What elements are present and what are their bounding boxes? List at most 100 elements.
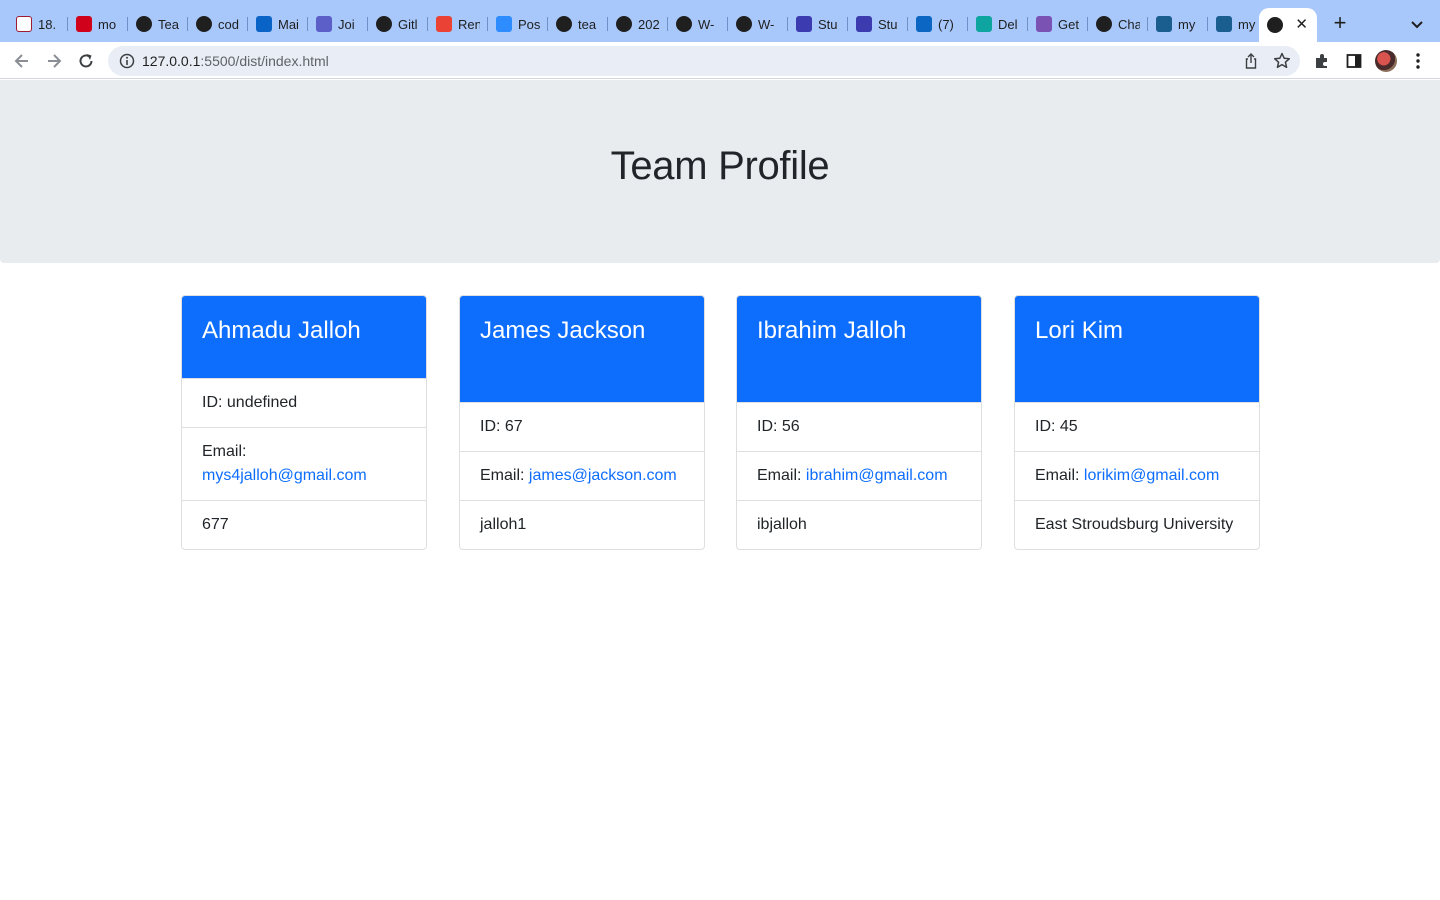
employee-name: Lori Kim — [1035, 317, 1124, 344]
site-info-icon[interactable] — [119, 53, 135, 69]
address-bar[interactable]: 127.0.0.1:5500/dist/index.html — [108, 46, 1300, 76]
browser-tab[interactable]: cod — [188, 10, 248, 38]
employee-email-link[interactable]: lorikim@gmail.com — [1084, 467, 1219, 484]
tab-title: Get — [1058, 16, 1079, 32]
browser-tab[interactable]: Gitl — [368, 10, 428, 38]
employee-extra-info: ibjalloh — [737, 500, 981, 549]
card-header: Lori Kim — [1015, 296, 1259, 402]
tab-title: Gitl — [398, 16, 418, 32]
employee-id: ID: 56 — [737, 402, 981, 451]
employee-extra-info: 677 — [182, 500, 426, 549]
diamond-icon — [976, 16, 992, 32]
card-header: James Jackson — [460, 296, 704, 402]
puzzle-icon — [1316, 54, 1327, 68]
email-label: Email: — [1035, 467, 1080, 484]
close-tab-icon[interactable]: ✕ — [1295, 16, 1308, 34]
back-button[interactable] — [10, 49, 34, 73]
email-label: Email: — [757, 467, 802, 484]
browser-tab[interactable]: Stu — [788, 10, 848, 38]
browser-tab[interactable]: Get — [1028, 10, 1088, 38]
employee-card: James Jackson ID: 67 Email: james@jackson.… — [459, 295, 705, 550]
extensions-button[interactable] — [1312, 51, 1332, 71]
employee-email-link[interactable]: mys4jalloh@gmail.com — [202, 467, 367, 484]
browser-tab[interactable]: 18. — [8, 10, 68, 38]
page-header: Team Profile — [0, 80, 1440, 263]
tab-title: mo — [98, 16, 117, 32]
github-icon — [376, 16, 392, 32]
page-title: Team Profile — [610, 144, 830, 188]
email-label: Email: — [202, 443, 247, 460]
tab-title: W- — [698, 16, 715, 32]
bookmark-star-icon[interactable] — [1272, 51, 1292, 71]
arrow-left-icon — [14, 54, 28, 68]
browser-tab[interactable]: my — [1148, 10, 1208, 38]
new-tab-button[interactable]: + — [1330, 12, 1350, 34]
side-panel-button[interactable] — [1344, 51, 1364, 71]
share-icon[interactable] — [1242, 52, 1260, 70]
tab-title: Mai — [278, 16, 299, 32]
teams-icon — [316, 16, 332, 32]
employee-extra-info: jalloh1 — [460, 500, 704, 549]
employee-email-row: Email: james@jackson.com — [460, 451, 704, 500]
browser-tab[interactable]: W- — [668, 10, 728, 38]
employee-card: Lori Kim ID: 45 Email: lorikim@gmail.com Ea… — [1014, 295, 1260, 550]
globe-icon — [616, 16, 632, 32]
university-shield-icon — [16, 16, 32, 32]
browser-tab[interactable]: 202 — [608, 10, 668, 38]
globe-icon — [1267, 17, 1283, 33]
forward-button[interactable] — [42, 49, 66, 73]
browser-tab[interactable]: Cha — [1088, 10, 1148, 38]
tab-title: Stu — [878, 16, 898, 32]
gmail-icon — [436, 16, 452, 32]
browser-tab[interactable]: Stu — [848, 10, 908, 38]
tab-title: cod — [218, 16, 239, 32]
outlook-icon — [256, 16, 272, 32]
url-text[interactable]: 127.0.0.1:5500/dist/index.html — [142, 53, 329, 69]
side-panel-icon — [1346, 54, 1362, 68]
globe-icon — [736, 16, 752, 32]
profile-avatar[interactable] — [1375, 50, 1397, 72]
reload-icon — [79, 54, 93, 68]
employee-email-row: Email: mys4jalloh@gmail.com — [182, 427, 426, 500]
browser-tab[interactable]: Ren — [428, 10, 488, 38]
tab-title: Ren — [458, 16, 480, 32]
browser-tab[interactable]: ✕ — [1259, 8, 1317, 42]
browser-menu-button[interactable] — [1408, 51, 1428, 71]
layout-icon — [796, 16, 812, 32]
tab-strip: 18. mo Tea cod Mai Joi Gitl Ren Pos tea 202 W- W- Stu… — [0, 0, 1440, 42]
browser-tab[interactable]: tea — [548, 10, 608, 38]
employee-id: ID: undefined — [182, 378, 426, 427]
kebab-menu-icon — [1416, 53, 1420, 69]
browser-tab[interactable]: mo — [68, 10, 128, 38]
browser-tab[interactable]: Mai — [248, 10, 308, 38]
employee-email-row: Email: lorikim@gmail.com — [1015, 451, 1259, 500]
tab-search-chevron-icon[interactable] — [1408, 15, 1426, 33]
employee-email-link[interactable]: ibrahim@gmail.com — [806, 467, 948, 484]
employee-email-row: Email: ibrahim@gmail.com — [737, 451, 981, 500]
github-icon — [1096, 16, 1112, 32]
card-header: Ibrahim Jalloh — [737, 296, 981, 402]
tab-title: Pos — [518, 16, 540, 32]
github-icon — [196, 16, 212, 32]
employee-name: Ahmadu Jalloh — [202, 317, 361, 344]
tab-title: (7) — [938, 16, 954, 32]
employee-card: Ibrahim Jalloh ID: 56 Email: ibrahim@gmail… — [736, 295, 982, 550]
browser-tab[interactable]: Joi — [308, 10, 368, 38]
browser-tab[interactable]: (7) — [908, 10, 968, 38]
employee-email-link[interactable]: james@jackson.com — [529, 467, 677, 484]
github-icon — [556, 16, 572, 32]
reload-button[interactable] — [74, 49, 98, 73]
email-label: Email: — [480, 467, 525, 484]
employee-extra-info: East Stroudsburg University — [1015, 500, 1259, 549]
browser-tab[interactable]: W- — [728, 10, 788, 38]
browser-tab[interactable]: Tea — [128, 10, 188, 38]
browser-tab[interactable]: Del — [968, 10, 1028, 38]
app-icon — [1156, 16, 1172, 32]
tab-title: my — [1178, 16, 1196, 32]
employee-id: ID: 45 — [1015, 402, 1259, 451]
tab-title: 202 — [638, 16, 660, 32]
employee-name: Ibrahim Jalloh — [757, 317, 907, 344]
browser-tab[interactable]: Pos — [488, 10, 548, 38]
tab-title: my — [1238, 16, 1256, 32]
tab-title: Stu — [818, 16, 838, 32]
